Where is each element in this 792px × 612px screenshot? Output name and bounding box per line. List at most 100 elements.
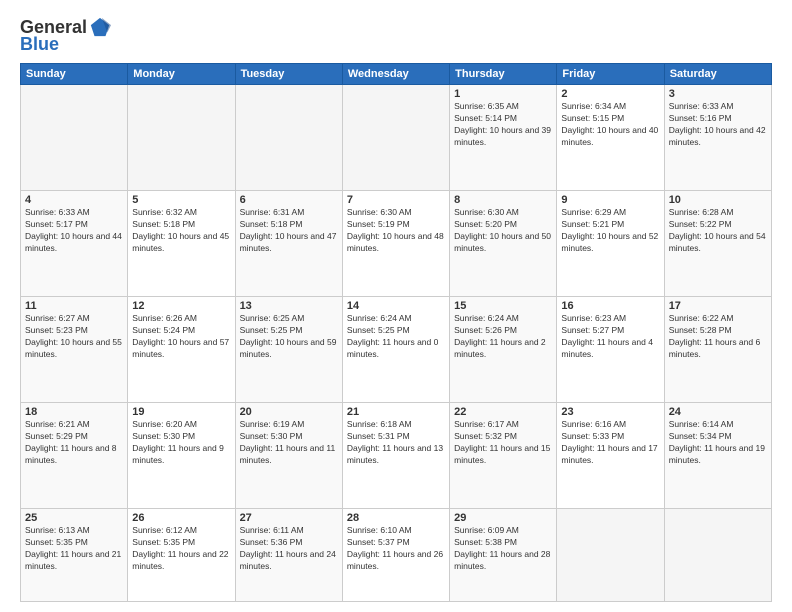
week-row: 11Sunrise: 6:27 AMSunset: 5:23 PMDayligh… — [21, 296, 772, 402]
day-number: 2 — [561, 88, 659, 100]
day-cell: 19Sunrise: 6:20 AMSunset: 5:30 PMDayligh… — [128, 402, 235, 508]
week-row: 25Sunrise: 6:13 AMSunset: 5:35 PMDayligh… — [21, 508, 772, 601]
day-info: Sunrise: 6:32 AMSunset: 5:18 PMDaylight:… — [132, 207, 230, 255]
day-info: Sunrise: 6:20 AMSunset: 5:30 PMDaylight:… — [132, 419, 230, 467]
day-cell: 11Sunrise: 6:27 AMSunset: 5:23 PMDayligh… — [21, 296, 128, 402]
day-cell: 20Sunrise: 6:19 AMSunset: 5:30 PMDayligh… — [235, 402, 342, 508]
day-cell: 3Sunrise: 6:33 AMSunset: 5:16 PMDaylight… — [664, 85, 771, 191]
day-info: Sunrise: 6:16 AMSunset: 5:33 PMDaylight:… — [561, 419, 659, 467]
logo-blue: Blue — [20, 34, 59, 55]
header: General Blue — [20, 16, 772, 55]
day-cell: 8Sunrise: 6:30 AMSunset: 5:20 PMDaylight… — [450, 190, 557, 296]
day-info: Sunrise: 6:29 AMSunset: 5:21 PMDaylight:… — [561, 207, 659, 255]
day-cell: 14Sunrise: 6:24 AMSunset: 5:25 PMDayligh… — [342, 296, 449, 402]
day-number: 24 — [669, 406, 767, 418]
weekday-header: Saturday — [664, 64, 771, 85]
day-cell: 16Sunrise: 6:23 AMSunset: 5:27 PMDayligh… — [557, 296, 664, 402]
day-cell — [342, 85, 449, 191]
day-cell — [664, 508, 771, 601]
weekday-header: Tuesday — [235, 64, 342, 85]
day-info: Sunrise: 6:13 AMSunset: 5:35 PMDaylight:… — [25, 525, 123, 573]
day-info: Sunrise: 6:18 AMSunset: 5:31 PMDaylight:… — [347, 419, 445, 467]
day-cell: 7Sunrise: 6:30 AMSunset: 5:19 PMDaylight… — [342, 190, 449, 296]
day-info: Sunrise: 6:34 AMSunset: 5:15 PMDaylight:… — [561, 101, 659, 149]
day-info: Sunrise: 6:33 AMSunset: 5:16 PMDaylight:… — [669, 101, 767, 149]
day-cell: 17Sunrise: 6:22 AMSunset: 5:28 PMDayligh… — [664, 296, 771, 402]
day-info: Sunrise: 6:30 AMSunset: 5:19 PMDaylight:… — [347, 207, 445, 255]
day-number: 22 — [454, 406, 552, 418]
day-number: 8 — [454, 194, 552, 206]
day-number: 3 — [669, 88, 767, 100]
day-number: 28 — [347, 512, 445, 524]
day-cell: 1Sunrise: 6:35 AMSunset: 5:14 PMDaylight… — [450, 85, 557, 191]
day-info: Sunrise: 6:19 AMSunset: 5:30 PMDaylight:… — [240, 419, 338, 467]
day-number: 17 — [669, 300, 767, 312]
day-cell: 12Sunrise: 6:26 AMSunset: 5:24 PMDayligh… — [128, 296, 235, 402]
day-number: 12 — [132, 300, 230, 312]
day-cell: 27Sunrise: 6:11 AMSunset: 5:36 PMDayligh… — [235, 508, 342, 601]
day-cell: 29Sunrise: 6:09 AMSunset: 5:38 PMDayligh… — [450, 508, 557, 601]
day-cell: 25Sunrise: 6:13 AMSunset: 5:35 PMDayligh… — [21, 508, 128, 601]
day-info: Sunrise: 6:21 AMSunset: 5:29 PMDaylight:… — [25, 419, 123, 467]
day-info: Sunrise: 6:28 AMSunset: 5:22 PMDaylight:… — [669, 207, 767, 255]
day-info: Sunrise: 6:24 AMSunset: 5:26 PMDaylight:… — [454, 313, 552, 361]
calendar-table: SundayMondayTuesdayWednesdayThursdayFrid… — [20, 63, 772, 602]
day-cell — [557, 508, 664, 601]
day-cell: 22Sunrise: 6:17 AMSunset: 5:32 PMDayligh… — [450, 402, 557, 508]
day-number: 25 — [25, 512, 123, 524]
day-info: Sunrise: 6:27 AMSunset: 5:23 PMDaylight:… — [25, 313, 123, 361]
day-cell — [128, 85, 235, 191]
day-info: Sunrise: 6:25 AMSunset: 5:25 PMDaylight:… — [240, 313, 338, 361]
day-number: 27 — [240, 512, 338, 524]
day-cell: 4Sunrise: 6:33 AMSunset: 5:17 PMDaylight… — [21, 190, 128, 296]
logo: General Blue — [20, 16, 111, 55]
day-number: 26 — [132, 512, 230, 524]
day-number: 20 — [240, 406, 338, 418]
weekday-header: Thursday — [450, 64, 557, 85]
day-cell: 18Sunrise: 6:21 AMSunset: 5:29 PMDayligh… — [21, 402, 128, 508]
day-info: Sunrise: 6:22 AMSunset: 5:28 PMDaylight:… — [669, 313, 767, 361]
day-number: 9 — [561, 194, 659, 206]
week-row: 18Sunrise: 6:21 AMSunset: 5:29 PMDayligh… — [21, 402, 772, 508]
day-cell — [235, 85, 342, 191]
day-number: 10 — [669, 194, 767, 206]
day-info: Sunrise: 6:12 AMSunset: 5:35 PMDaylight:… — [132, 525, 230, 573]
day-cell: 2Sunrise: 6:34 AMSunset: 5:15 PMDaylight… — [557, 85, 664, 191]
day-cell: 26Sunrise: 6:12 AMSunset: 5:35 PMDayligh… — [128, 508, 235, 601]
day-number: 19 — [132, 406, 230, 418]
day-info: Sunrise: 6:24 AMSunset: 5:25 PMDaylight:… — [347, 313, 445, 361]
day-cell: 10Sunrise: 6:28 AMSunset: 5:22 PMDayligh… — [664, 190, 771, 296]
week-row: 4Sunrise: 6:33 AMSunset: 5:17 PMDaylight… — [21, 190, 772, 296]
day-info: Sunrise: 6:26 AMSunset: 5:24 PMDaylight:… — [132, 313, 230, 361]
day-number: 14 — [347, 300, 445, 312]
day-number: 6 — [240, 194, 338, 206]
weekday-header: Friday — [557, 64, 664, 85]
day-cell: 5Sunrise: 6:32 AMSunset: 5:18 PMDaylight… — [128, 190, 235, 296]
day-info: Sunrise: 6:35 AMSunset: 5:14 PMDaylight:… — [454, 101, 552, 149]
day-cell: 28Sunrise: 6:10 AMSunset: 5:37 PMDayligh… — [342, 508, 449, 601]
day-number: 15 — [454, 300, 552, 312]
day-cell: 13Sunrise: 6:25 AMSunset: 5:25 PMDayligh… — [235, 296, 342, 402]
day-info: Sunrise: 6:31 AMSunset: 5:18 PMDaylight:… — [240, 207, 338, 255]
day-cell: 9Sunrise: 6:29 AMSunset: 5:21 PMDaylight… — [557, 190, 664, 296]
day-number: 13 — [240, 300, 338, 312]
day-info: Sunrise: 6:33 AMSunset: 5:17 PMDaylight:… — [25, 207, 123, 255]
page: General Blue SundayMondayTuesdayWednesda… — [0, 0, 792, 612]
day-number: 11 — [25, 300, 123, 312]
day-info: Sunrise: 6:11 AMSunset: 5:36 PMDaylight:… — [240, 525, 338, 573]
weekday-header: Sunday — [21, 64, 128, 85]
day-number: 16 — [561, 300, 659, 312]
day-cell: 23Sunrise: 6:16 AMSunset: 5:33 PMDayligh… — [557, 402, 664, 508]
day-info: Sunrise: 6:10 AMSunset: 5:37 PMDaylight:… — [347, 525, 445, 573]
weekday-header: Monday — [128, 64, 235, 85]
day-number: 4 — [25, 194, 123, 206]
day-cell: 24Sunrise: 6:14 AMSunset: 5:34 PMDayligh… — [664, 402, 771, 508]
day-number: 5 — [132, 194, 230, 206]
day-info: Sunrise: 6:14 AMSunset: 5:34 PMDaylight:… — [669, 419, 767, 467]
day-number: 29 — [454, 512, 552, 524]
day-cell — [21, 85, 128, 191]
day-number: 21 — [347, 406, 445, 418]
day-cell: 15Sunrise: 6:24 AMSunset: 5:26 PMDayligh… — [450, 296, 557, 402]
day-info: Sunrise: 6:23 AMSunset: 5:27 PMDaylight:… — [561, 313, 659, 361]
day-cell: 6Sunrise: 6:31 AMSunset: 5:18 PMDaylight… — [235, 190, 342, 296]
